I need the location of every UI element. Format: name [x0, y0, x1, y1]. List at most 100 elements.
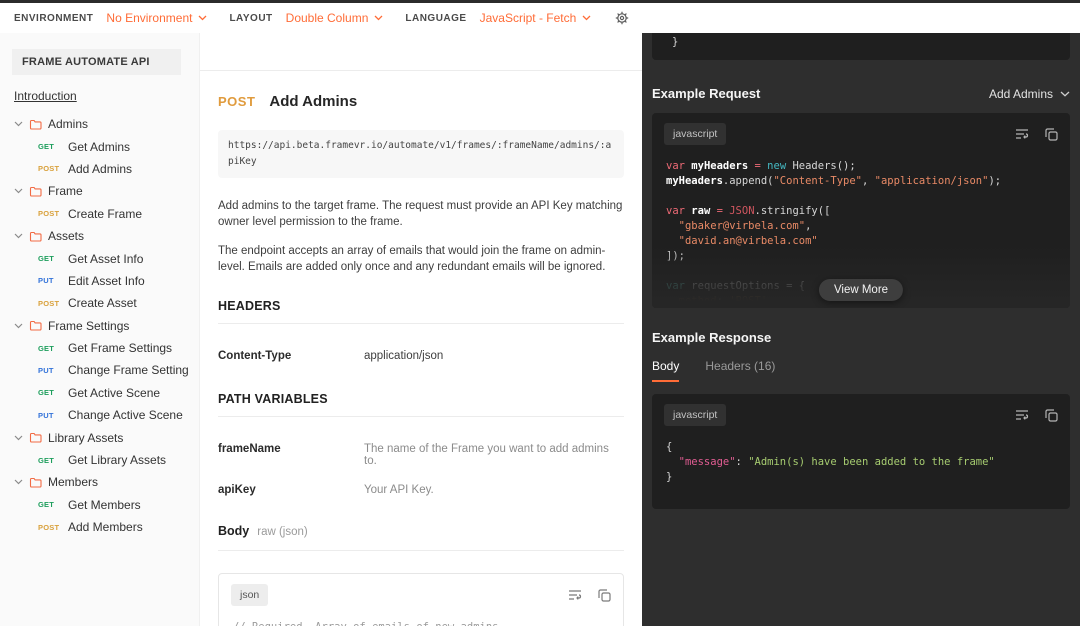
sidebar-item-change-active-scene[interactable]: PUT Change Active Scene	[0, 404, 199, 426]
sidebar-item-label: Edit Asset Info	[68, 273, 145, 288]
sidebar-item-introduction[interactable]: Introduction	[14, 89, 77, 103]
sidebar-item-label: Members	[48, 475, 99, 490]
sidebar-item-add-admins[interactable]: POST Add Admins	[0, 158, 199, 180]
example-request-header: Example Request Add Admins	[652, 86, 1070, 101]
sidebar: FRAME AUTOMATE API Introduction Admins GE…	[0, 33, 200, 626]
path-variable-row: frameName The name of the Frame you want…	[218, 443, 624, 467]
code-line: }	[672, 36, 679, 48]
settings-gear-button[interactable]	[615, 11, 629, 25]
language-tag: json	[231, 584, 269, 606]
sidebar-item-label: Get Frame Settings	[68, 341, 173, 356]
sidebar-item-get-active-scene[interactable]: GET Get Active Scene	[0, 382, 199, 404]
code-content: // Required. Array of emails of new admi…	[219, 614, 623, 626]
chevron-down-icon	[14, 233, 23, 239]
example-request-code-block: javascript var myHeaders = new Headers()…	[652, 113, 1070, 308]
chevron-down-icon	[14, 188, 23, 194]
sidebar-item-frame-settings[interactable]: Frame Settings	[0, 315, 199, 337]
chevron-down-icon	[1060, 91, 1070, 97]
copy-icon[interactable]	[598, 588, 611, 602]
language-select[interactable]: JavaScript - Fetch	[480, 11, 592, 25]
endpoint-url: https://api.beta.framevr.io/automate/v1/…	[218, 130, 624, 178]
chevron-down-icon	[14, 480, 23, 485]
sidebar-item-admins[interactable]: Admins	[0, 113, 199, 135]
folder-icon	[29, 186, 42, 197]
header-key: Content-Type	[218, 350, 292, 362]
sidebar-item-change-frame-setting[interactable]: PUT Change Frame Setting	[0, 359, 199, 381]
code-actions	[1015, 127, 1058, 141]
path-variable-desc: The name of the Frame you want to add ad…	[364, 443, 609, 467]
copy-icon[interactable]	[1045, 408, 1058, 422]
sidebar-item-label: Get Asset Info	[68, 251, 144, 266]
code-line: ]);	[666, 250, 685, 262]
folder-icon	[29, 119, 42, 130]
example-request-select[interactable]: Add Admins	[989, 87, 1070, 101]
code-line: "message": "Admin(s) have been added to …	[666, 456, 995, 468]
code-line: {	[666, 441, 673, 453]
folder-icon	[29, 321, 42, 331]
environment-select[interactable]: No Environment	[106, 11, 207, 25]
sidebar-item-get-admins[interactable]: GET Get Admins	[0, 135, 199, 157]
wrap-text-icon[interactable]	[1015, 409, 1029, 421]
wrap-text-icon[interactable]	[1015, 128, 1029, 140]
sidebar-item-create-asset[interactable]: POST Create Asset	[0, 292, 199, 314]
description-paragraph: Add admins to the target frame. The requ…	[218, 200, 623, 228]
sidebar-item-assets[interactable]: Assets	[0, 225, 199, 247]
copy-icon[interactable]	[1045, 127, 1058, 141]
code-line: // Required. Array of emails of new admi…	[233, 620, 609, 626]
wrap-text-icon[interactable]	[568, 589, 582, 601]
method-badge: GET	[38, 254, 55, 264]
view-more-button[interactable]: View More	[818, 279, 904, 301]
method-badge: GET	[38, 500, 55, 510]
examples-column: } Example Request Add Admins javascript	[642, 33, 1080, 626]
doc-body: POST Add Admins https://api.beta.framevr…	[200, 71, 642, 626]
environment-value: No Environment	[106, 11, 193, 25]
layout-select[interactable]: Double Column	[286, 11, 384, 25]
body-subtype-label: raw (json)	[257, 526, 308, 538]
folder-icons	[14, 432, 42, 443]
sidebar-item-label: Frame	[48, 184, 83, 199]
chevron-down-icon	[374, 15, 383, 21]
method-badge: PUT	[38, 365, 54, 375]
example-request-selected: Add Admins	[988, 86, 1053, 101]
sidebar-item-label: Add Members	[68, 520, 143, 535]
sidebar-item-members[interactable]: Members	[0, 471, 199, 493]
folder-icons	[14, 119, 42, 130]
method-badge: POST	[38, 298, 60, 308]
folder-icons	[14, 186, 42, 197]
sidebar-item-get-library-assets[interactable]: GET Get Library Assets	[0, 449, 199, 471]
sidebar-item-label: Create Asset	[68, 296, 137, 311]
method-badge: PUT	[38, 410, 54, 420]
code-block-header: json	[219, 574, 623, 614]
code-line: "david.an@virbela.com"	[666, 235, 818, 247]
folder-icons	[14, 477, 42, 488]
folder-icons	[14, 320, 42, 331]
request-body-code-block: json // Required. Array of emails of new…	[218, 573, 624, 626]
folder-icon	[29, 477, 42, 488]
code-block-header: javascript	[652, 394, 1070, 434]
example-response-header: Example Response	[652, 330, 1070, 345]
chevron-down-icon	[14, 323, 23, 329]
sidebar-item-create-frame[interactable]: POST Create Frame	[0, 203, 199, 225]
doc-header-strip	[200, 33, 642, 71]
path-variable-key: apiKey	[218, 484, 256, 496]
sidebar-item-add-members[interactable]: POST Add Members	[0, 516, 199, 538]
sidebar-item-label: Change Active Scene	[68, 408, 183, 423]
sidebar-item-library-assets[interactable]: Library Assets	[0, 426, 199, 448]
code-line: }	[666, 471, 673, 483]
header-value: application/json	[364, 350, 444, 362]
sidebar-item-get-asset-info[interactable]: GET Get Asset Info	[0, 247, 199, 269]
tab-body[interactable]: Body	[652, 359, 680, 382]
folder-icons	[14, 231, 42, 242]
sidebar-item-frame[interactable]: Frame	[0, 180, 199, 202]
path-variable-key: frameName	[218, 443, 281, 455]
settings-toolbar: ENVIRONMENT No Environment LAYOUT Double…	[0, 3, 1080, 33]
header-row: Content-Type application/json	[218, 350, 624, 362]
sidebar-item-get-members[interactable]: GET Get Members	[0, 494, 199, 516]
sidebar-item-edit-asset-info[interactable]: PUT Edit Asset Info	[0, 270, 199, 292]
tab-headers-16[interactable]: Headers (16)	[705, 359, 775, 382]
method-badge: POST	[218, 94, 256, 109]
path-variable-row: apiKey Your API Key.	[218, 484, 624, 496]
sidebar-item-get-frame-settings[interactable]: GET Get Frame Settings	[0, 337, 199, 359]
sidebar-item-label: Library Assets	[48, 430, 124, 445]
